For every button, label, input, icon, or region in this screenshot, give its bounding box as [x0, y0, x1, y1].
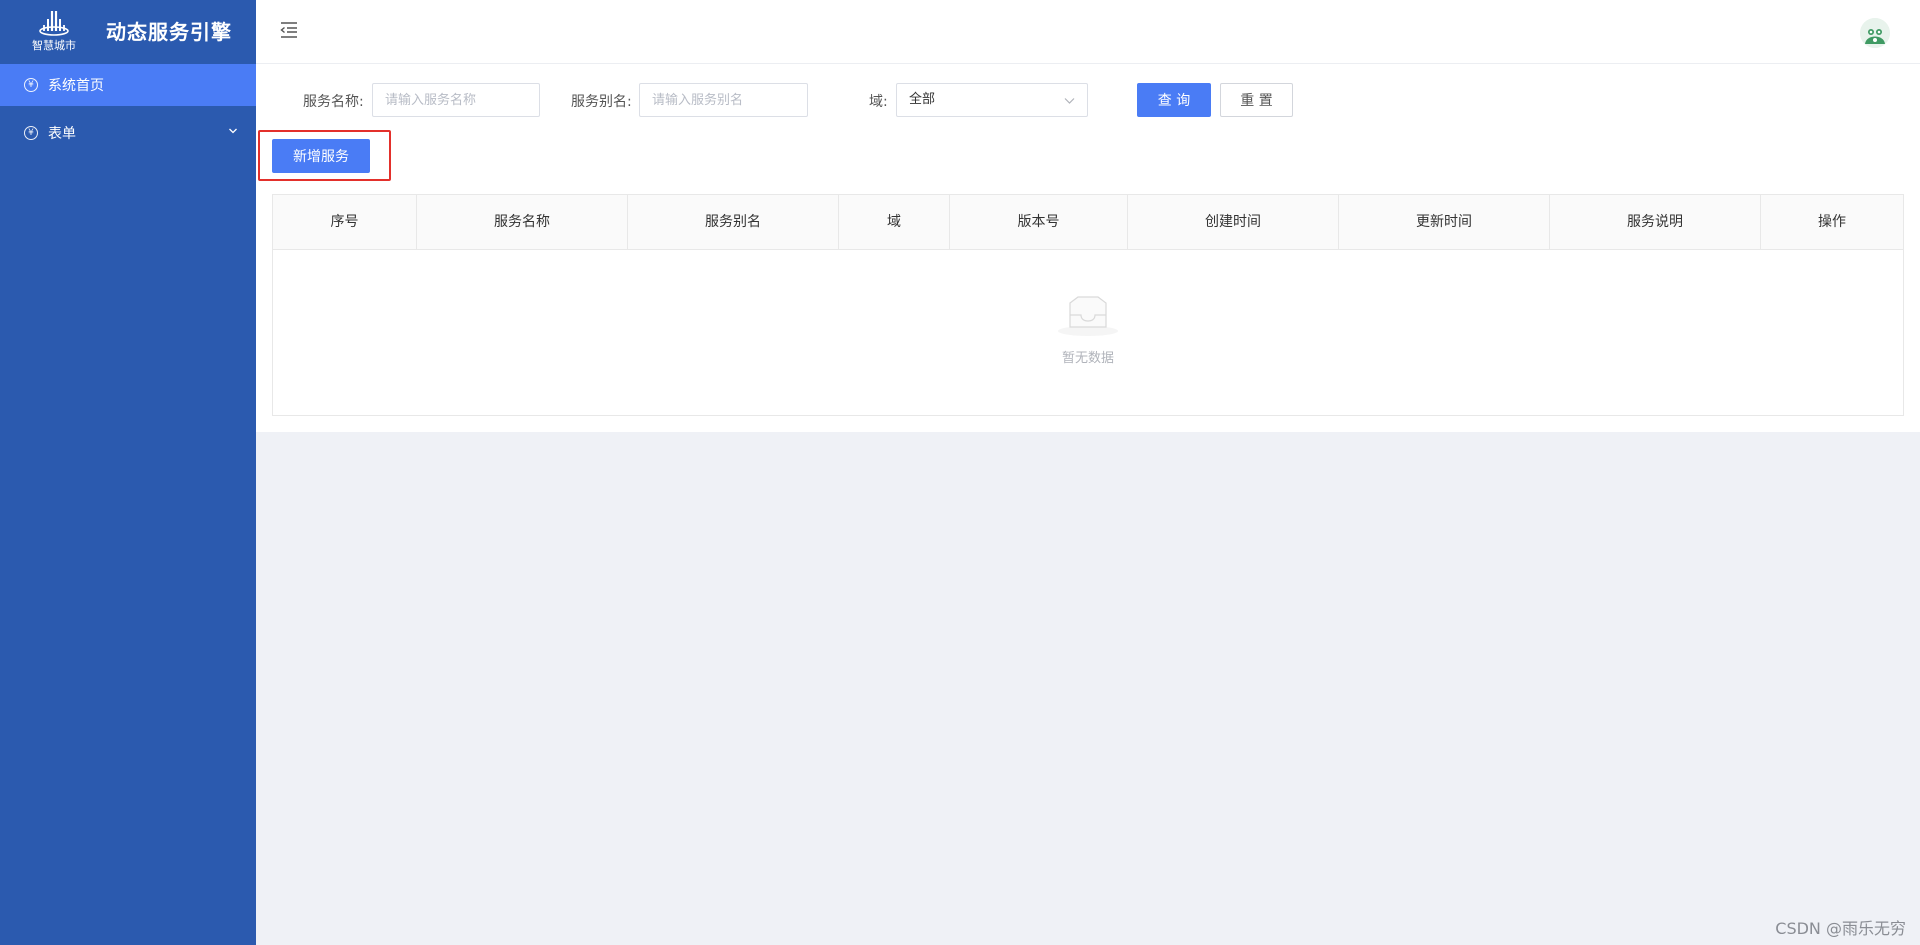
city-logo: 智慧城市 — [28, 5, 80, 55]
chevron-down-icon — [1064, 98, 1075, 104]
menu-collapse-icon[interactable] — [279, 20, 299, 40]
domain-select[interactable]: 全部 — [896, 83, 1088, 117]
services-table: 序号 服务名称 服务别名 域 版本号 创建时间 更新时间 服务说明 操作 暂无数… — [272, 194, 1904, 416]
service-alias-input[interactable] — [639, 83, 808, 117]
top-header — [256, 0, 1920, 64]
service-name-input[interactable] — [372, 83, 540, 117]
column-header: 创建时间 — [1128, 195, 1339, 249]
reset-button[interactable]: 重 置 — [1220, 83, 1293, 117]
avatar-icon — [1860, 18, 1890, 48]
empty-inbox-icon — [1058, 296, 1118, 336]
column-header: 域 — [839, 195, 950, 249]
watermark: CSDN @雨乐无穷 — [1775, 919, 1906, 938]
query-button[interactable]: 查 询 — [1137, 83, 1211, 117]
column-header: 操作 — [1818, 214, 1846, 230]
service-name-label: 服务名称: — [303, 94, 364, 110]
column-header: 服务说明 — [1550, 195, 1761, 249]
sidebar: 智慧城市 动态服务引擎 ¥ 系统首页 ¥ 表单 — [0, 0, 256, 945]
main-content: 服务名称: 服务别名: 域: 全部 查 询 重 置 新增服务 序号 服务名称 服… — [256, 64, 1920, 432]
sidebar-item-form[interactable]: ¥ 表单 — [0, 112, 256, 154]
domain-label: 域: — [869, 94, 888, 110]
column-header: 服务别名 — [628, 195, 839, 249]
column-header: 更新时间 — [1339, 195, 1550, 249]
logo-text: 智慧城市 — [32, 38, 76, 52]
sidebar-item-home[interactable]: ¥ 系统首页 — [0, 64, 256, 106]
add-service-button[interactable]: 新增服务 — [272, 139, 370, 173]
table-header: 序号 服务名称 服务别名 域 版本号 创建时间 更新时间 服务说明 操作 — [273, 195, 1903, 250]
brand: 智慧城市 动态服务引擎 — [0, 0, 256, 60]
sidebar-item-label: 表单 — [48, 126, 76, 142]
search-bar: 服务名称: 服务别名: 域: 全部 查 询 重 置 — [272, 64, 1904, 136]
column-header: 服务名称 — [417, 195, 628, 249]
yen-circle-icon: ¥ — [24, 78, 38, 92]
sidebar-item-label: 系统首页 — [48, 78, 104, 94]
empty-text: 暂无数据 — [1061, 351, 1114, 366]
column-header: 版本号 — [950, 195, 1128, 249]
city-building-icon — [39, 10, 69, 36]
user-avatar[interactable] — [1860, 18, 1890, 48]
empty-state: 暂无数据 — [273, 295, 1903, 366]
column-header: 序号 — [273, 195, 417, 249]
chevron-down-icon — [229, 128, 237, 134]
app-title: 动态服务引擎 — [106, 19, 232, 44]
domain-select-value: 全部 — [909, 92, 936, 107]
yen-circle-icon: ¥ — [24, 126, 38, 140]
service-alias-label: 服务别名: — [571, 94, 632, 110]
